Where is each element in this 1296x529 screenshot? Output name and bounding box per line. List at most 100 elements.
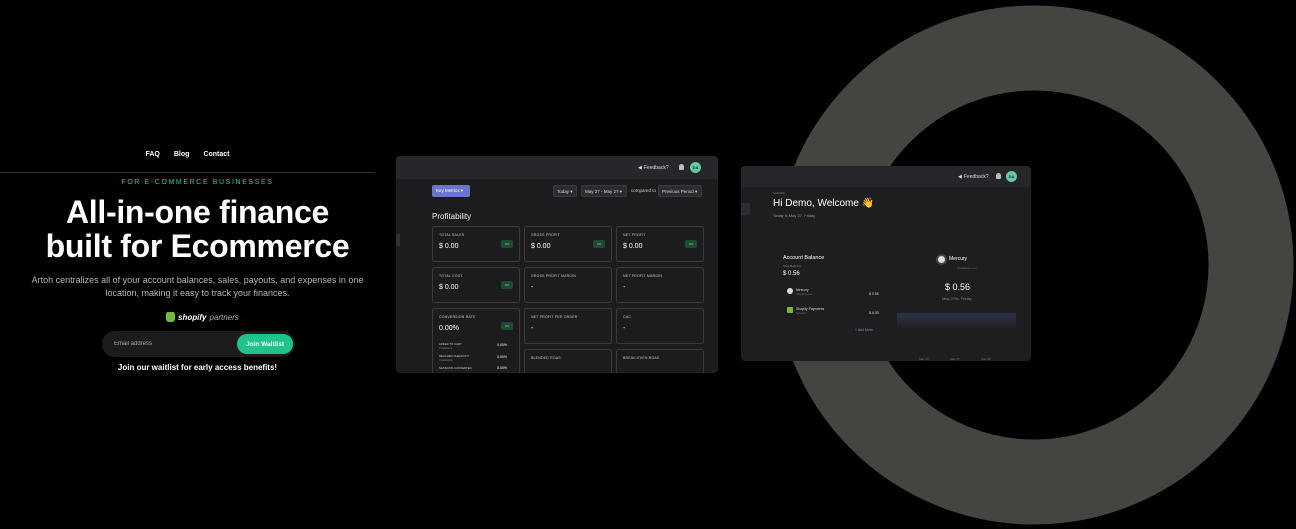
metric-value: $ 0.00 [531, 243, 551, 250]
selected-account-name: Mercury [949, 256, 968, 262]
metric-title: NET PROFIT MARGIN [623, 274, 663, 278]
feedback-label: Feedback? [963, 174, 989, 180]
mercury-avatar-icon [936, 254, 947, 265]
headline-line-2: built for Ecommerce [45, 228, 350, 264]
feedback-link[interactable]: ◀ Feedback? [638, 165, 669, 171]
selected-account-sub: Checking •••••• [957, 266, 977, 270]
account-name: Mercury [796, 288, 809, 292]
avatar[interactable]: DA [690, 162, 701, 173]
metric-title: NET PROFIT [623, 233, 646, 237]
metric-change-badge: 0% [685, 240, 697, 248]
date-range-dropdown[interactable]: May 27 - May 27 ▾ [581, 185, 627, 197]
account-balance-title: Account Balance [783, 255, 825, 261]
account-value: $ 0.00 [869, 311, 879, 315]
avatar[interactable]: DA [1006, 171, 1017, 182]
hero-headline: All-in-one finance built for Ecommerce [20, 195, 375, 263]
bell-icon[interactable] [679, 164, 684, 170]
welcome-heading: Hi Demo, Welcome 👋 [773, 198, 875, 209]
metric-card-gross-profit-margin[interactable]: GROSS PROFIT MARGIN - [524, 267, 612, 303]
metric-card-cac[interactable]: CAC - [616, 308, 704, 344]
period-label: Today [557, 189, 570, 194]
balance-chart-area [897, 313, 1016, 330]
metric-title: GROSS PROFIT MARGIN [531, 274, 577, 278]
waitlist-form: Join Waitlist [102, 331, 295, 357]
nav-faq[interactable]: FAQ [145, 145, 159, 172]
compare-period-label: Previous Period [662, 189, 694, 194]
hero-description: Artoh centralizes all of your account ba… [31, 275, 364, 298]
metric-change-badge: 0% [501, 322, 513, 330]
conversion-row-sub: 0 sessions [439, 346, 453, 350]
metric-title: CAC [623, 315, 631, 319]
section-title: Profitability [432, 212, 472, 221]
metric-title: BLENDED ROAS [531, 356, 561, 360]
chart-axis-label: May 28 [981, 357, 991, 361]
compare-period-dropdown[interactable]: Previous Period ▾ [658, 185, 702, 197]
email-input[interactable] [114, 338, 224, 350]
conversion-row-sub: 0 sessions [439, 358, 453, 362]
metric-card-net-profit-margin[interactable]: NET PROFIT MARGIN - [616, 267, 704, 303]
feedback-link[interactable]: ◀ Feedback? [958, 174, 989, 180]
megaphone-icon: ◀ [958, 174, 962, 180]
account-sub: Checking •••••• [796, 293, 813, 296]
profitability-dashboard-preview: ◀ Feedback? DA Key Metrics ▾ Today ▾ May… [396, 156, 718, 373]
account-balance-value: $ 0.56 [783, 271, 800, 277]
nav-contact[interactable]: Contact [203, 145, 229, 172]
metric-title: TOTAL COST [439, 274, 463, 278]
key-metrics-dropdown[interactable]: Key Metrics ▾ [432, 185, 470, 197]
bell-icon[interactable] [996, 173, 1001, 179]
mercury-icon [787, 288, 793, 294]
top-nav: FAQ Blog Contact [0, 145, 375, 173]
metric-card-total-sales[interactable]: TOTAL SALES $ 0.00 0% [432, 226, 520, 262]
metric-title: NET PROFIT PER ORDER [531, 315, 578, 319]
sidebar-toggle[interactable] [741, 203, 750, 215]
join-waitlist-button[interactable]: Join Waitlist [237, 334, 293, 354]
dashboard-topbar [396, 156, 718, 179]
feedback-label: Feedback? [643, 165, 669, 171]
chart-axis-label: May 27 [950, 357, 960, 361]
metric-title: GROSS PROFIT [531, 233, 560, 237]
shopify-bag-icon [166, 312, 175, 322]
metric-change-badge: 0% [501, 240, 513, 248]
early-access-text: Join our waitlist for early access benef… [117, 363, 278, 372]
account-sub: Synced ✓ [796, 312, 808, 315]
metric-change-badge: 0% [501, 281, 513, 289]
nav-blog[interactable]: Blog [174, 145, 190, 172]
partner-suffix: partners [209, 312, 239, 322]
key-metrics-label: Key Metrics [436, 188, 460, 193]
metric-card-total-cost[interactable]: TOTAL COST $ 0.00 0% [432, 267, 520, 303]
partner-brand: shopify [178, 312, 207, 322]
shopify-bag-icon [787, 307, 793, 313]
metric-value: - [623, 284, 626, 291]
compared-to-label: compared to [631, 188, 657, 193]
megaphone-icon: ◀ [638, 165, 642, 171]
conversion-row-value: 0.00% [497, 355, 507, 359]
store-tag: testArtoh [773, 191, 786, 195]
metric-card-net-profit[interactable]: NET PROFIT $ 0.00 0% [616, 226, 704, 262]
metric-title: CONVERSION RATE [439, 315, 476, 319]
selected-account-value: $ 0.56 [945, 282, 971, 292]
account-balance-sub: Total Balance [783, 264, 802, 268]
metric-card-net-profit-per-order[interactable]: NET PROFIT PER ORDER - [524, 308, 612, 344]
metric-card-conversion-rate[interactable]: CONVERSION RATE 0.00% 0% ADDED TO CART 0… [432, 308, 520, 373]
add-more-button[interactable]: + Add More [855, 328, 873, 332]
metric-card-blended-roas[interactable]: BLENDED ROAS [524, 349, 612, 373]
chart-axis-label: May 27 [919, 357, 929, 361]
metric-card-gross-profit[interactable]: GROSS PROFIT $ 0.00 0% [524, 226, 612, 262]
metric-title: BREAK-EVEN ROAS [623, 356, 660, 360]
date-range-label: May 27 - May 27 [585, 189, 619, 194]
account-value: $ 0.56 [869, 292, 879, 296]
sidebar-toggle[interactable] [396, 234, 400, 246]
metric-value: - [531, 325, 534, 332]
welcome-date: Today is May 27, Friday [773, 213, 816, 218]
period-dropdown[interactable]: Today ▾ [553, 185, 577, 197]
selected-account-date: May 27th, Friday [942, 296, 972, 301]
metric-value: $ 0.00 [623, 243, 643, 250]
metric-value: $ 0.00 [439, 243, 459, 250]
metric-value: 0.00% [439, 325, 459, 332]
conversion-row-label: SESSIONS CONVERTED [439, 366, 472, 370]
conversion-row-value: 0.00% [497, 343, 507, 347]
metric-value: - [531, 284, 534, 291]
shopify-partners-logo: shopify partners [166, 312, 239, 322]
headline-line-1: All-in-one finance [65, 194, 330, 230]
metric-card-break-even-roas[interactable]: BREAK-EVEN ROAS [616, 349, 704, 373]
